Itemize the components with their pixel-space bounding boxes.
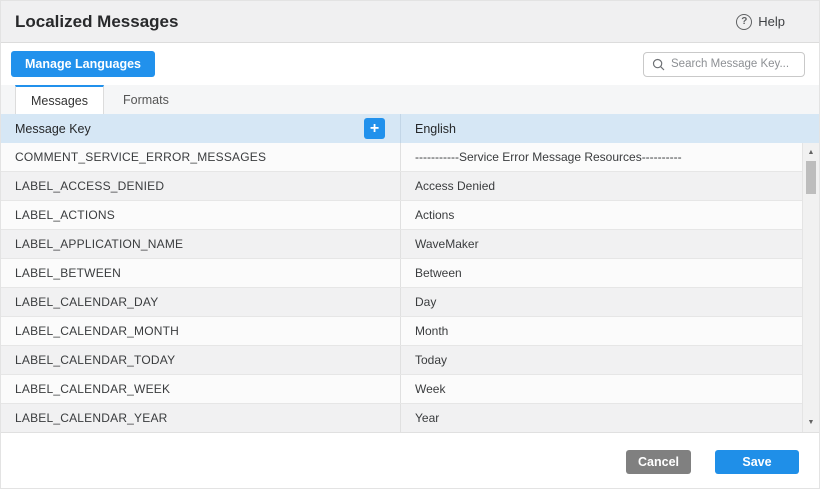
add-message-button[interactable]: + [364, 118, 385, 139]
table-row[interactable]: LABEL_ACCESS_DENIED Access Denied [1, 172, 802, 201]
english-cell[interactable]: Week [401, 375, 802, 403]
message-key-cell[interactable]: LABEL_BETWEEN [1, 259, 401, 287]
english-cell[interactable]: Day [401, 288, 802, 316]
table-row[interactable]: LABEL_CALENDAR_TODAY Today [1, 346, 802, 375]
english-cell[interactable]: Year [401, 404, 802, 432]
table-body: COMMENT_SERVICE_ERROR_MESSAGES ---------… [1, 143, 819, 433]
search-icon [652, 58, 665, 71]
table-rows-container: COMMENT_SERVICE_ERROR_MESSAGES ---------… [1, 143, 819, 433]
message-key-cell[interactable]: LABEL_APPLICATION_NAME [1, 230, 401, 258]
message-key-column-label: Message Key [15, 122, 91, 136]
header-bar: Localized Messages ? Help [1, 1, 819, 43]
message-key-cell[interactable]: COMMENT_SERVICE_ERROR_MESSAGES [1, 143, 401, 171]
message-key-cell[interactable]: LABEL_CALENDAR_DAY [1, 288, 401, 316]
tab-messages[interactable]: Messages [15, 85, 104, 114]
help-button[interactable]: ? Help [736, 14, 785, 30]
table-header: Message Key + English [1, 114, 819, 143]
page-title: Localized Messages [15, 12, 178, 32]
english-cell[interactable]: Actions [401, 201, 802, 229]
question-circle-icon: ? [736, 14, 752, 30]
toolbar: Manage Languages [1, 43, 819, 85]
scroll-up-icon[interactable]: ▲ [803, 145, 819, 160]
scroll-down-icon[interactable]: ▼ [803, 415, 819, 430]
english-cell[interactable]: -----------Service Error Message Resourc… [401, 143, 802, 171]
english-cell[interactable]: Between [401, 259, 802, 287]
table-row[interactable]: LABEL_ACTIONS Actions [1, 201, 802, 230]
english-column-label: English [415, 122, 456, 136]
manage-languages-button[interactable]: Manage Languages [11, 51, 155, 77]
save-button[interactable]: Save [715, 450, 799, 474]
search-input[interactable] [671, 58, 796, 70]
english-cell[interactable]: Today [401, 346, 802, 374]
message-key-cell[interactable]: LABEL_ACTIONS [1, 201, 401, 229]
column-header-english: English [401, 114, 819, 143]
message-key-cell[interactable]: LABEL_CALENDAR_WEEK [1, 375, 401, 403]
table-row[interactable]: LABEL_APPLICATION_NAME WaveMaker [1, 230, 802, 259]
column-header-message-key: Message Key + [1, 114, 401, 143]
scrollbar-thumb[interactable] [806, 161, 816, 194]
table-row[interactable]: LABEL_CALENDAR_MONTH Month [1, 317, 802, 346]
message-key-cell[interactable]: LABEL_CALENDAR_YEAR [1, 404, 401, 432]
english-cell[interactable]: Month [401, 317, 802, 345]
tab-bar: Messages Formats [1, 85, 819, 114]
search-box[interactable] [643, 52, 805, 77]
english-cell[interactable]: Access Denied [401, 172, 802, 200]
table-row[interactable]: LABEL_CALENDAR_YEAR Year [1, 404, 802, 433]
message-key-cell[interactable]: LABEL_CALENDAR_TODAY [1, 346, 401, 374]
table-row[interactable]: COMMENT_SERVICE_ERROR_MESSAGES ---------… [1, 143, 802, 172]
plus-icon: + [370, 121, 379, 137]
cancel-button[interactable]: Cancel [626, 450, 691, 474]
table-row[interactable]: LABEL_CALENDAR_DAY Day [1, 288, 802, 317]
message-key-cell[interactable]: LABEL_ACCESS_DENIED [1, 172, 401, 200]
tab-formats[interactable]: Formats [104, 85, 188, 114]
vertical-scrollbar[interactable]: ▲ ▼ [802, 143, 819, 432]
help-label: Help [758, 14, 785, 29]
message-key-cell[interactable]: LABEL_CALENDAR_MONTH [1, 317, 401, 345]
table-row[interactable]: LABEL_BETWEEN Between [1, 259, 802, 288]
footer-actions: Cancel Save [1, 433, 819, 489]
english-cell[interactable]: WaveMaker [401, 230, 802, 258]
localized-messages-dialog: Localized Messages ? Help Manage Languag… [0, 0, 820, 489]
table-row[interactable]: LABEL_CALENDAR_WEEK Week [1, 375, 802, 404]
